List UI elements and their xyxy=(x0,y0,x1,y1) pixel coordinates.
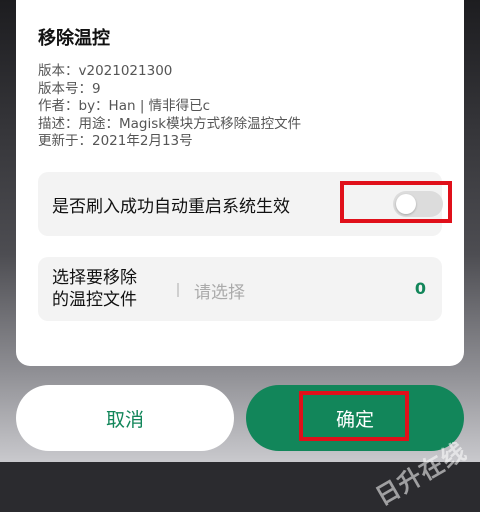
meta-version-code: 版本号：9 xyxy=(38,80,101,97)
auto-reboot-label: 是否刷入成功自动重启系统生效 xyxy=(52,197,290,217)
selected-count: 0 xyxy=(414,279,426,298)
file-select-label-line1: 选择要移除 xyxy=(52,268,137,288)
input-divider xyxy=(177,283,179,297)
meta-version: 版本：v2021021300 xyxy=(38,63,173,79)
module-meta-info: 版本：v2021021300 版本号：9 作者：by：Han | 情非得已c 描… xyxy=(38,63,301,151)
file-select-input[interactable]: 请选择 xyxy=(194,278,245,303)
file-select-label: 选择要移除 的温控文件 xyxy=(52,267,137,311)
meta-description: 描述：用途：Magisk模块方式移除温控文件 xyxy=(38,115,302,132)
meta-updated: 更新于：2021年2月13号 xyxy=(38,133,193,149)
cancel-button[interactable]: 取消 xyxy=(16,385,234,451)
confirm-highlight-box xyxy=(299,391,409,441)
toggle-highlight-box xyxy=(340,181,452,223)
meta-author: 作者：by：Han | 情非得已c xyxy=(38,98,211,114)
file-select-row[interactable]: 选择要移除 的温控文件 请选择 0 xyxy=(38,257,442,321)
file-select-label-line2: 的温控文件 xyxy=(52,290,137,310)
dialog-title: 移除温控 xyxy=(38,28,110,49)
